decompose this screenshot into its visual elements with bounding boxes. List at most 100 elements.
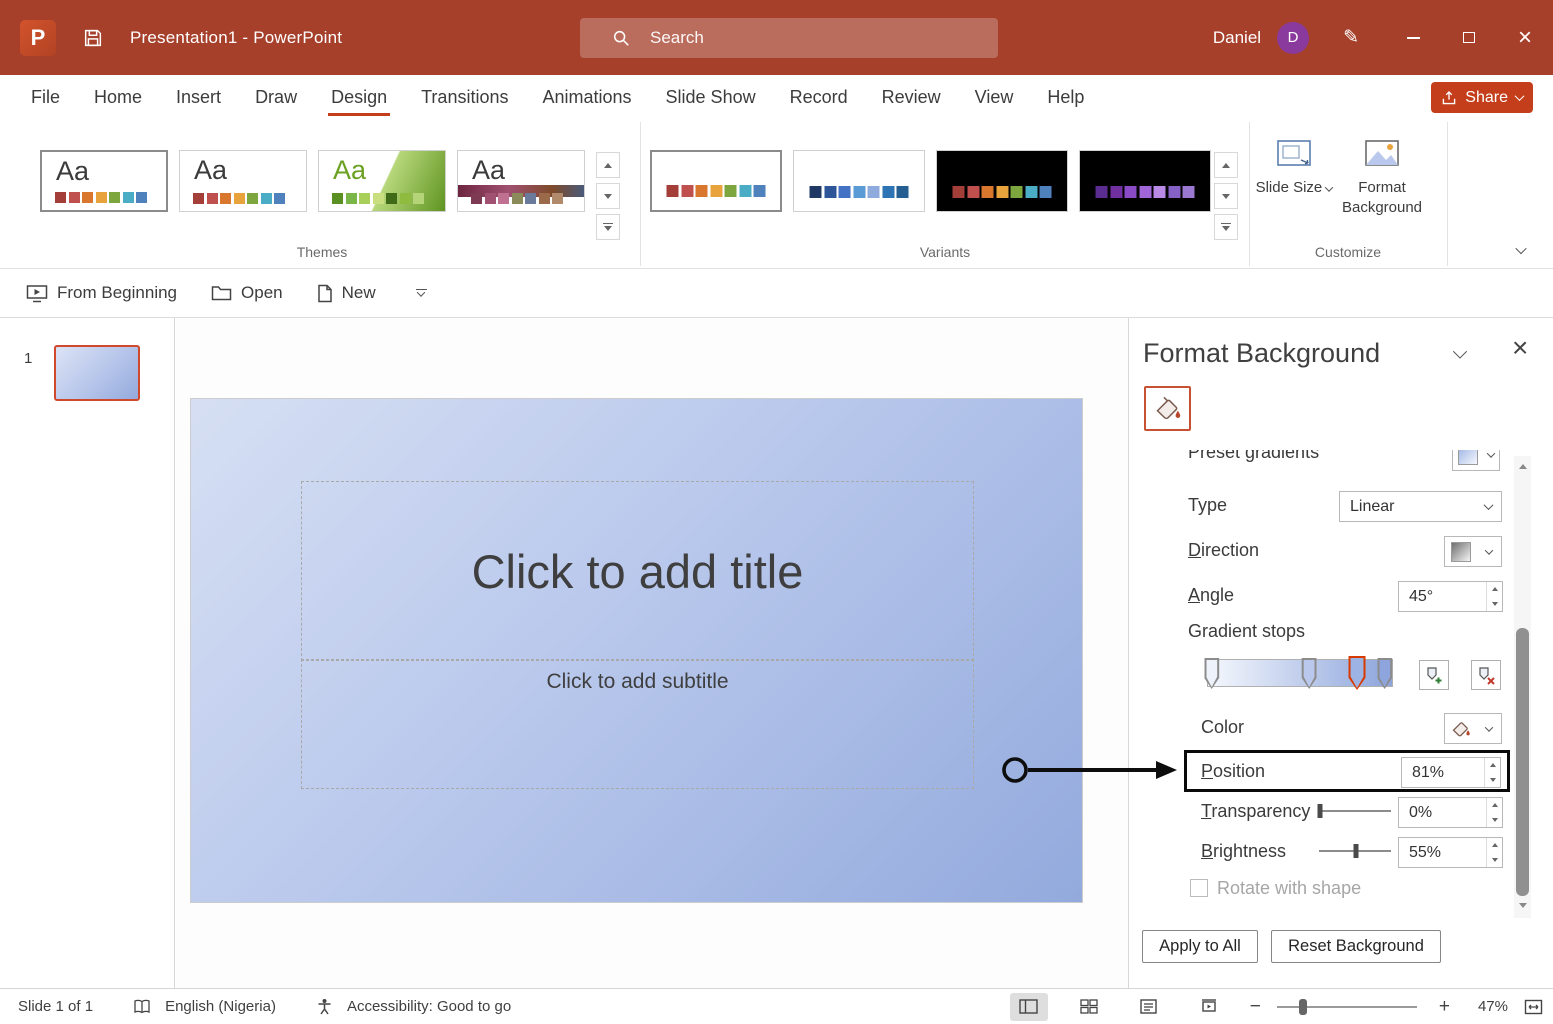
zoom-out-icon[interactable]: − (1250, 996, 1261, 1018)
format-background-ribbon-button[interactable]: Format Background (1340, 138, 1424, 219)
angle-spinner[interactable]: 45° (1398, 581, 1503, 612)
reset-background-button[interactable]: Reset Background (1271, 930, 1441, 963)
zoom-in-icon[interactable]: + (1439, 996, 1450, 1018)
menu-home[interactable]: Home (77, 75, 159, 120)
variant-tile-4[interactable] (1079, 150, 1211, 212)
close-button[interactable]: × (1497, 0, 1553, 75)
save-icon[interactable] (82, 27, 104, 49)
menu-review[interactable]: Review (865, 75, 958, 120)
slide-sorter-view-button[interactable] (1070, 993, 1108, 1021)
menu-slide-show[interactable]: Slide Show (649, 75, 773, 120)
format-background-icon (1363, 138, 1401, 170)
gradient-stop-4[interactable] (1377, 658, 1392, 689)
pane-close-icon[interactable]: × (1512, 334, 1528, 362)
inking-pen-icon[interactable]: ✎ (1343, 26, 1359, 49)
menu-animations[interactable]: Animations (525, 75, 648, 120)
preset-gradients-dropdown[interactable] (1452, 450, 1500, 471)
brightness-increment-icon[interactable] (1487, 838, 1502, 853)
menu-record[interactable]: Record (773, 75, 865, 120)
position-increment-icon[interactable] (1485, 758, 1500, 773)
remove-gradient-stop-button[interactable] (1471, 660, 1501, 690)
maximize-button[interactable] (1441, 0, 1497, 75)
share-button[interactable]: Share (1431, 82, 1533, 113)
menu-file[interactable]: File (14, 75, 77, 120)
position-spinner[interactable]: 81% (1401, 757, 1501, 788)
variant-tile-2[interactable] (793, 150, 925, 212)
pane-scroll-up-icon[interactable] (1519, 464, 1527, 469)
brightness-slider[interactable] (1319, 849, 1391, 853)
accessibility-icon[interactable] (316, 998, 333, 1015)
share-dropdown-chevron-icon[interactable] (1515, 91, 1525, 101)
menu-view[interactable]: View (958, 75, 1031, 120)
variant-tile-3[interactable] (936, 150, 1068, 212)
transparency-decrement-icon[interactable] (1487, 813, 1502, 828)
proofing-icon[interactable] (133, 999, 151, 1015)
menu-insert[interactable]: Insert (159, 75, 238, 120)
variants-more-button[interactable] (1214, 214, 1238, 240)
quick-access-more-icon[interactable] (416, 289, 427, 298)
add-gradient-stop-button[interactable] (1419, 660, 1449, 690)
variants-scroll-up-button[interactable] (1214, 152, 1238, 178)
rotate-with-shape-checkbox[interactable] (1190, 879, 1208, 897)
pane-scroll-down-icon[interactable] (1519, 903, 1527, 908)
brightness-decrement-icon[interactable] (1487, 853, 1502, 868)
slide-canvas[interactable]: Click to add title Click to add subtitle (190, 398, 1083, 903)
new-button[interactable]: New (317, 283, 376, 303)
theme-tile-2[interactable]: Aa (179, 150, 307, 212)
subtitle-placeholder[interactable]: Click to add subtitle (301, 659, 974, 789)
direction-dropdown[interactable] (1444, 536, 1502, 567)
theme-tile-1[interactable]: Aa (40, 150, 168, 212)
gradient-stops-bar[interactable] (1207, 659, 1393, 687)
search-input[interactable]: Search (580, 18, 998, 58)
type-dropdown[interactable]: Linear (1339, 491, 1502, 522)
gradient-stop-3[interactable] (1349, 656, 1366, 690)
menu-design[interactable]: Design (314, 75, 404, 120)
slide-show-icon (1200, 999, 1218, 1015)
brightness-slider-thumb[interactable] (1354, 844, 1359, 858)
menu-draw[interactable]: Draw (238, 75, 314, 120)
transparency-spinner[interactable]: 0% (1398, 797, 1503, 828)
slide-thumbnail[interactable] (54, 345, 140, 401)
brightness-spinner[interactable]: 55% (1398, 837, 1503, 868)
zoom-slider[interactable] (1277, 1006, 1417, 1008)
slide-show-button[interactable] (1190, 993, 1228, 1021)
transparency-increment-icon[interactable] (1487, 798, 1502, 813)
collapse-ribbon-chevron-icon[interactable] (1515, 243, 1526, 254)
themes-more-button[interactable] (596, 214, 620, 240)
normal-view-button[interactable] (1010, 993, 1048, 1021)
transparency-slider-thumb[interactable] (1318, 804, 1323, 818)
title-placeholder[interactable]: Click to add title (301, 481, 974, 661)
menu-help[interactable]: Help (1030, 75, 1101, 120)
theme-tile-3[interactable]: Aa (318, 150, 446, 212)
user-avatar[interactable]: D (1277, 22, 1309, 54)
apply-to-all-button[interactable]: Apply to All (1142, 930, 1258, 963)
slide-info[interactable]: Slide 1 of 1 (18, 998, 93, 1015)
open-button[interactable]: Open (211, 283, 283, 303)
variants-scroll-down-button[interactable] (1214, 183, 1238, 209)
gradient-stop-1[interactable] (1204, 658, 1219, 689)
zoom-level[interactable]: 47% (1468, 998, 1508, 1015)
fill-tab-button[interactable] (1144, 386, 1191, 431)
position-decrement-icon[interactable] (1485, 773, 1500, 788)
angle-increment-icon[interactable] (1487, 582, 1502, 597)
minimize-button[interactable] (1385, 0, 1441, 75)
themes-scroll-down-button[interactable] (596, 183, 620, 209)
pane-scrollbar-thumb[interactable] (1516, 628, 1529, 896)
angle-decrement-icon[interactable] (1487, 597, 1502, 612)
from-beginning-button[interactable]: From Beginning (26, 283, 177, 303)
pane-collapse-chevron-icon[interactable] (1453, 345, 1467, 359)
variant-tile-1[interactable] (650, 150, 782, 212)
color-dropdown[interactable] (1444, 713, 1502, 744)
menu-transitions[interactable]: Transitions (404, 75, 525, 120)
user-name[interactable]: Daniel (1213, 28, 1261, 48)
accessibility-status[interactable]: Accessibility: Good to go (347, 998, 511, 1015)
fit-to-window-icon[interactable] (1524, 999, 1543, 1015)
reading-view-button[interactable] (1130, 993, 1168, 1021)
gradient-stop-2[interactable] (1302, 658, 1317, 689)
slide-size-button[interactable]: Slide Size (1262, 138, 1326, 198)
zoom-slider-thumb[interactable] (1299, 999, 1307, 1015)
language-status[interactable]: English (Nigeria) (165, 998, 276, 1015)
transparency-slider[interactable] (1319, 809, 1391, 813)
themes-scroll-up-button[interactable] (596, 152, 620, 178)
theme-tile-4[interactable]: Aa (457, 150, 585, 212)
